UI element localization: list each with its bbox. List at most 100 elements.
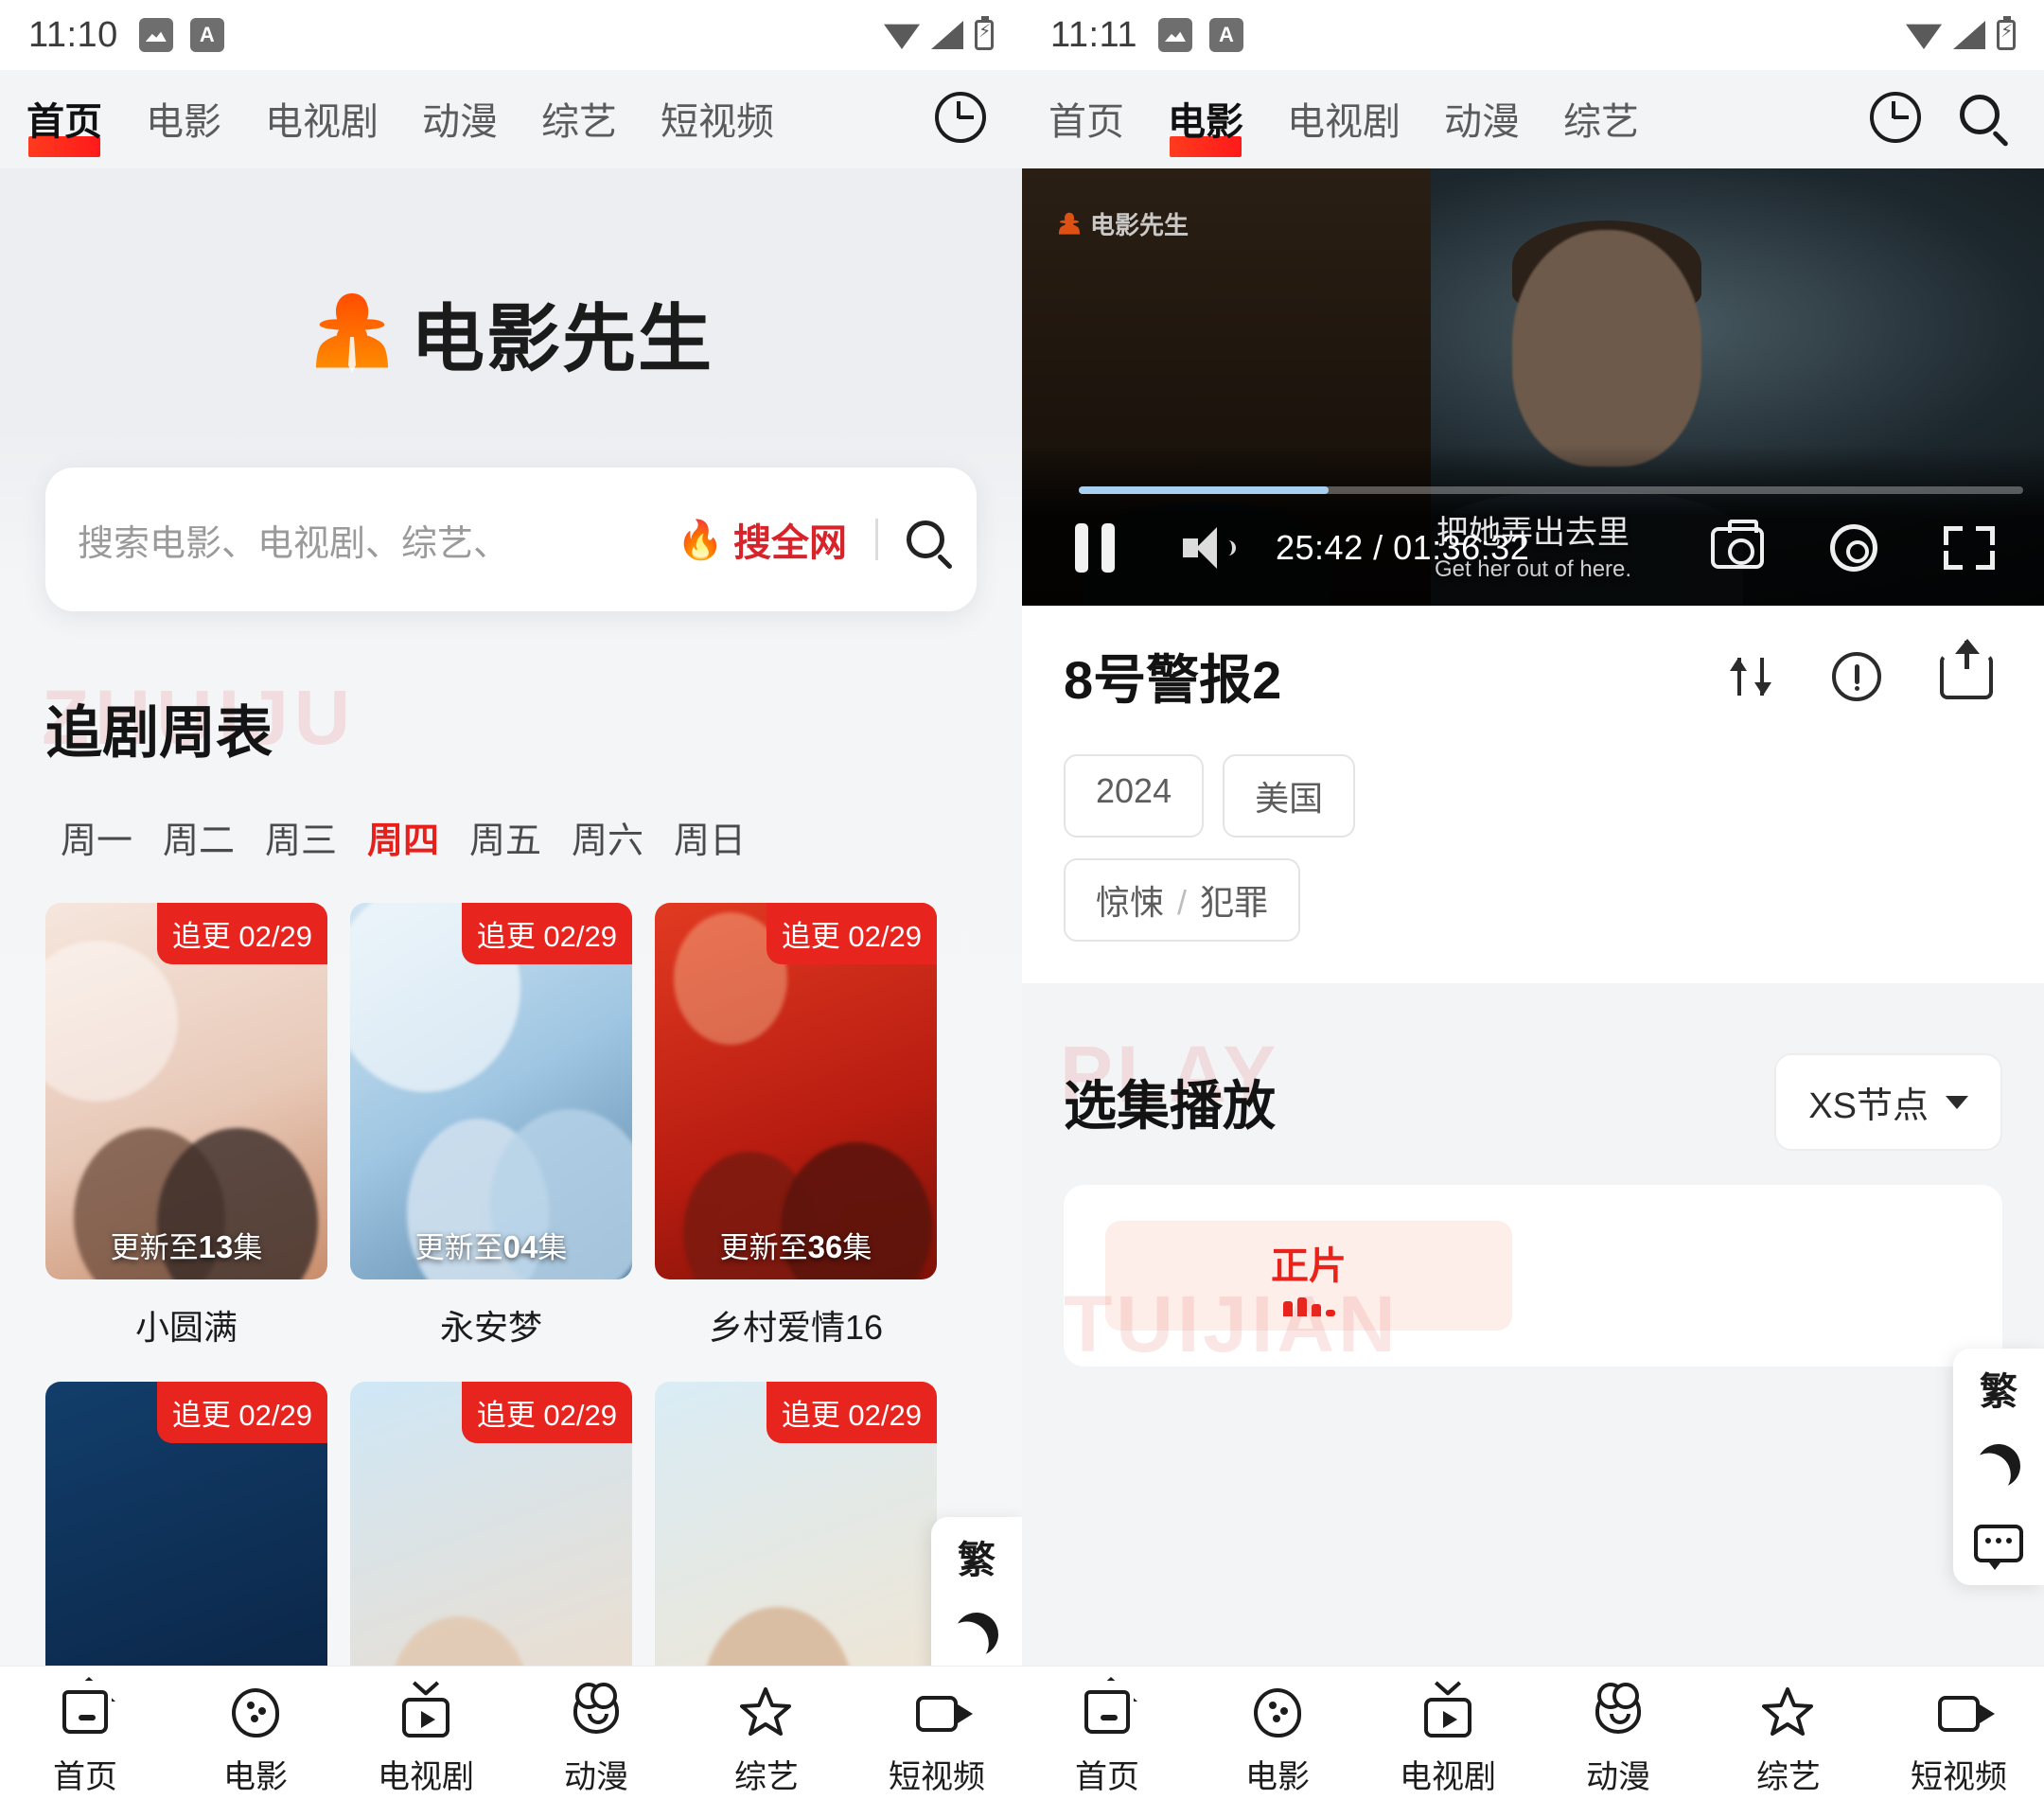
wifi-icon [884,24,920,49]
bottom-nav-shouye[interactable]: 首页 [1022,1686,1192,1797]
show-card[interactable]: 追更 02/29 更新至13集 小圆满 [45,903,327,1350]
bottom-nav-zongyi[interactable]: 综艺 [681,1686,852,1797]
search-icon[interactable] [1957,92,2012,147]
bottom-nav-dongman[interactable]: 动漫 [511,1683,681,1797]
tab-zongyi[interactable]: 综艺 [1563,91,1639,148]
time-display: 25:42 / 01:36:32 [1276,528,1530,567]
bottom-nav-label: 综艺 [1756,1759,1821,1795]
report-icon[interactable] [1832,651,1881,701]
tag-genres[interactable]: 惊悚 / 犯罪 [1064,858,1301,942]
signal-icon [1953,21,1985,49]
tab-shouye[interactable]: 首页 [26,91,102,157]
volume-icon[interactable] [1183,527,1236,569]
bottom-nav-dongman[interactable]: 动漫 [1533,1683,1703,1797]
poster-image[interactable]: 追更 02/29 更新至04集 [350,903,632,1279]
bottom-nav-duanshipin[interactable]: 短视频 [1874,1686,2044,1797]
status-bar-left: 11:10 A [0,0,1022,70]
bottom-nav-duanshipin[interactable]: 短视频 [852,1686,1022,1797]
tab-dianshiju[interactable]: 电视剧 [265,91,379,148]
nav-actions-right [1851,70,2044,168]
floating-dock-right: 繁 [1953,1349,2044,1585]
episode-select-section: PLAY 选集播放 XS节点 正片 TUIJIAN [1022,1015,2044,1368]
tab-dianying[interactable]: 电影 [1168,91,1243,157]
tag-country[interactable]: 美国 [1223,754,1356,838]
genre-1: 惊悚 [1096,883,1165,922]
search-icon[interactable] [907,520,944,558]
video-player[interactable]: 电影先生 把她弄出去里 Get her out of here. 25:42 /… [1022,168,2044,606]
sort-order-icon[interactable] [1728,654,1773,699]
battery-icon [975,16,994,50]
bottom-nav-dianying[interactable]: 电影 [170,1686,341,1797]
status-notification-icons: A [1157,18,1243,52]
traditional-chinese-toggle[interactable]: 繁 [1972,1362,2025,1415]
a-badge-icon: A [1208,18,1243,52]
detail-content: 8号警报2 2024 美国 惊悚 / 犯罪 PLAY 选集播放 XS节点 正片 … [1022,606,2044,1666]
bottom-nav-shouye[interactable]: 首页 [0,1686,170,1797]
show-card[interactable]: 追更 02/29 更新至36集 乡村爱情16 [655,903,937,1350]
update-badge: 追更 02/29 [766,1382,937,1443]
video-camera-icon [910,1686,973,1739]
bottom-nav-zongyi[interactable]: 综艺 [1703,1686,1874,1797]
fullscreen-icon[interactable] [1944,526,1995,570]
moon-icon[interactable] [950,1608,1003,1661]
weekday-mon[interactable]: 周一 [45,811,148,863]
chat-icon[interactable] [1972,1517,2025,1570]
ep-num: 13 [198,1229,234,1264]
history-clock-icon[interactable] [935,92,990,147]
tab-dongman[interactable]: 动漫 [1444,91,1520,148]
episode-label: 更新至13集 [45,1224,327,1266]
weekday-tue[interactable]: 周二 [148,811,250,863]
progress-bar[interactable] [1079,486,2023,494]
tab-dianying[interactable]: 电影 [146,91,221,148]
search-all-web-button[interactable]: 搜全网 [733,512,847,567]
bottom-nav-left: 首页 电影 电视剧 动漫 综艺 短视频 [0,1666,1022,1817]
home-icon [59,1686,112,1739]
show-card[interactable]: 追更 02/29 更新至04集 永安梦 [350,903,632,1350]
weekday-fri[interactable]: 周五 [454,811,556,863]
bottom-nav-label: 首页 [53,1759,117,1795]
search-bar[interactable]: 搜索电影、电视剧、综艺、 🔥 搜全网 [45,467,977,611]
pause-button[interactable] [1075,523,1115,573]
history-clock-icon[interactable] [1870,92,1925,147]
bottom-nav-dianying[interactable]: 电影 [1192,1686,1363,1797]
bottom-nav-label: 电视剧 [378,1759,474,1795]
poster-image[interactable]: 追更 02/29 更新至13集 [45,903,327,1279]
weekday-thu[interactable]: 周四 [352,811,454,863]
bottom-nav-dianshiju[interactable]: 电视剧 [1363,1686,1533,1797]
traditional-chinese-toggle[interactable]: 繁 [950,1530,1003,1583]
moon-icon[interactable] [1972,1439,2025,1492]
tag-year[interactable]: 2024 [1064,754,1205,838]
recommend-watermark: TUIJIAN [1064,1279,1400,1368]
tab-dianshiju[interactable]: 电视剧 [1287,91,1401,148]
bottom-nav-label: 动漫 [564,1759,628,1795]
tv-play-icon [399,1686,452,1739]
tab-shouye[interactable]: 首页 [1048,91,1124,148]
home-content: 电影先生 搜索电影、电视剧、综艺、 🔥 搜全网 ZHUIJU 追剧周表 周一 周… [0,168,1022,1817]
ep-num: 04 [502,1229,538,1264]
player-controls: 25:42 / 01:36:32 [1022,507,2044,589]
node-select-dropdown[interactable]: XS节点 [1774,1053,2002,1151]
bottom-nav-label: 首页 [1075,1759,1139,1795]
weekday-wed[interactable]: 周三 [250,811,352,863]
movie-tags-row-1: 2024 美国 [1064,754,2002,838]
snapshot-icon[interactable] [1711,520,1764,569]
bottom-nav-dianshiju[interactable]: 电视剧 [341,1686,511,1797]
search-input[interactable]: 搜索电影、电视剧、综艺、 [78,514,677,566]
settings-gear-icon[interactable] [1830,524,1877,572]
weekday-sun[interactable]: 周日 [659,811,761,863]
episode-label: 更新至04集 [350,1224,632,1266]
tab-zongyi[interactable]: 综艺 [541,91,617,148]
detective-logo-icon [1056,211,1083,238]
show-title: 乡村爱情16 [708,1308,884,1347]
status-system-icons [884,16,994,50]
weekday-sat[interactable]: 周六 [556,811,659,863]
tab-duanshipin[interactable]: 短视频 [661,91,774,148]
brand-logo: 电影先生 [0,280,1022,386]
update-badge: 追更 02/29 [461,1382,632,1443]
genre-separator: / [1177,883,1188,922]
status-system-icons [1906,16,2016,50]
a-badge-icon: A [189,18,224,52]
poster-image[interactable]: 追更 02/29 更新至36集 [655,903,937,1279]
share-icon[interactable] [1940,638,1993,699]
tab-dongman[interactable]: 动漫 [422,91,498,148]
